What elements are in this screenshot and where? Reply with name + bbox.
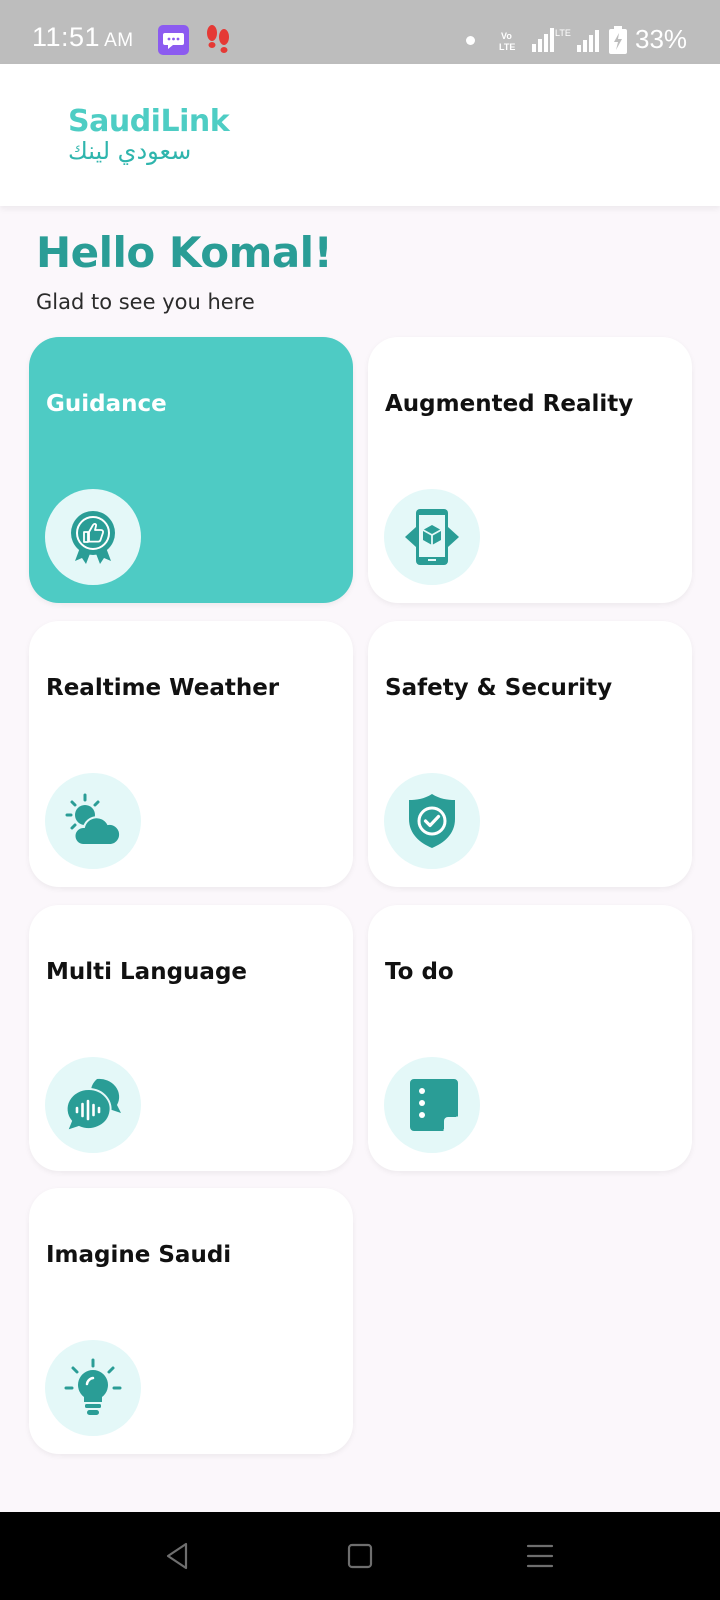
award-thumbs-up-icon — [71, 511, 115, 564]
card-title: Imagine Saudi — [46, 1242, 232, 1268]
card-title: Realtime Weather — [46, 675, 280, 701]
card-augmented-reality[interactable]: Augmented Reality — [368, 337, 692, 603]
footsteps-icon — [207, 25, 229, 53]
svg-text:LTE: LTE — [499, 42, 515, 52]
svg-text:Vo: Vo — [501, 31, 512, 41]
home-icon[interactable] — [344, 1540, 376, 1572]
ar-phone-cube-icon — [405, 509, 459, 565]
note-list-icon — [410, 1079, 458, 1131]
chat-bubbles-icon — [65, 1078, 121, 1133]
card-icon-badge — [45, 773, 141, 869]
card-safety-security[interactable]: Safety & Security — [368, 621, 692, 887]
card-icon-badge — [384, 773, 480, 869]
card-to-do[interactable]: To do — [368, 905, 692, 1171]
volte-icon: Vo LTE — [499, 31, 515, 52]
card-realtime-weather[interactable]: Realtime Weather — [29, 621, 353, 887]
sun-cloud-icon — [65, 793, 122, 846]
saudilink-logo: SaudiLink سعودي لينك — [68, 106, 238, 172]
message-icon — [158, 25, 189, 55]
card-title: Augmented Reality — [385, 391, 634, 417]
recents-icon[interactable] — [524, 1540, 556, 1572]
card-icon-badge — [45, 1340, 141, 1436]
greeting-subtitle: Glad to see you here — [36, 290, 255, 314]
card-icon-badge — [384, 489, 480, 585]
card-multi-language[interactable]: Multi Language — [29, 905, 353, 1171]
lightbulb-icon — [64, 1358, 122, 1415]
card-guidance[interactable]: Guidance — [29, 337, 353, 603]
greeting-title: Hello Komal! — [36, 228, 333, 277]
signal-lte-icon: LTE — [532, 28, 571, 52]
app-header: SaudiLink سعودي لينك — [0, 64, 720, 206]
card-icon-badge — [45, 1057, 141, 1153]
status-time: 11:51 AM — [32, 22, 134, 53]
battery-percent: 33% — [635, 24, 688, 54]
status-time-ampm: AM — [104, 30, 134, 51]
card-title: To do — [385, 959, 454, 985]
card-icon-badge — [45, 489, 141, 585]
card-title: Guidance — [46, 391, 167, 417]
status-time-value: 11:51 — [32, 22, 101, 52]
card-imagine-saudi[interactable]: Imagine Saudi — [29, 1188, 353, 1454]
card-title: Multi Language — [46, 959, 248, 985]
status-bar: 11:51 AM Vo LTE LTE 33% — [0, 0, 720, 64]
system-nav-bar — [0, 1512, 720, 1600]
back-icon[interactable] — [162, 1540, 194, 1572]
signal-icon — [577, 30, 599, 52]
logo-text-en: SaudiLink — [68, 104, 230, 139]
card-icon-badge — [384, 1057, 480, 1153]
battery-charging-icon — [609, 26, 627, 54]
dot-icon — [466, 36, 475, 45]
shield-check-icon — [409, 794, 455, 848]
svg-text:LTE: LTE — [555, 28, 571, 38]
card-title: Safety & Security — [385, 675, 613, 701]
logo-text-ar: سعودي لينك — [68, 137, 192, 165]
